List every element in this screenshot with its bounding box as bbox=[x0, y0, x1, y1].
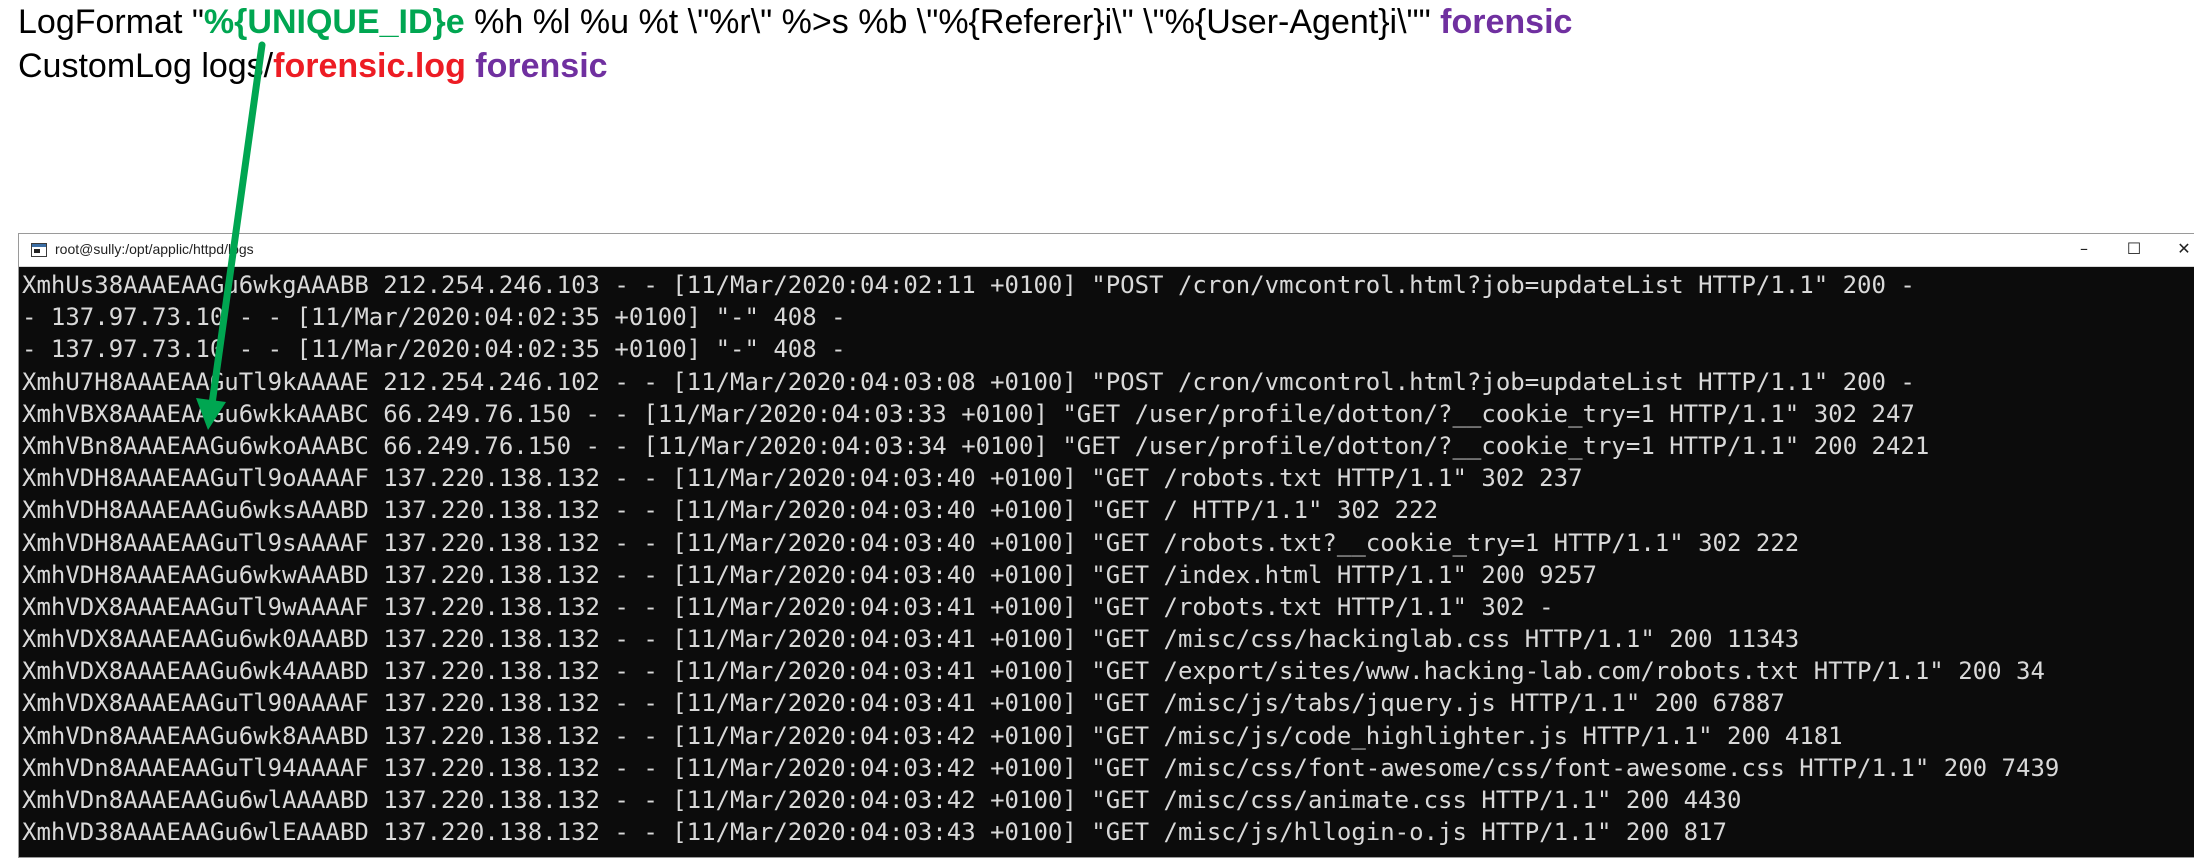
log-line: XmhVDX8AAAEAAGuTl90AAAAF 137.220.138.132… bbox=[22, 689, 1785, 718]
logformat-prefix: LogFormat " bbox=[18, 3, 204, 41]
log-line: XmhUs38AAAEAAGu6wkgAAABB 212.254.246.103… bbox=[22, 271, 1915, 299]
logformat-directive: LogFormat "%{UNIQUE_ID}e %h %l %u %t \"%… bbox=[18, 2, 1572, 42]
minimize-button[interactable]: – bbox=[2059, 234, 2109, 266]
log-line: XmhVDX8AAAEAAGu6wk0AAABD 137.220.138.132… bbox=[22, 625, 1800, 654]
close-button[interactable]: ✕ bbox=[2159, 234, 2194, 266]
customlog-spacer bbox=[466, 47, 475, 85]
customlog-directive: CustomLog logs/forensic.log forensic bbox=[18, 46, 608, 86]
log-line: XmhVDn8AAAEAAGu6wlAAAABD 137.220.138.132… bbox=[22, 786, 1742, 814]
terminal-app-icon[interactable] bbox=[31, 243, 47, 257]
maximize-button[interactable]: ☐ bbox=[2109, 234, 2159, 266]
log-line: XmhVDH8AAAEAAGu6wkwAAABD 137.220.138.132… bbox=[22, 560, 1597, 589]
log-line: XmhVDn8AAAEAAGuTl94AAAAF 137.220.138.132… bbox=[22, 753, 2060, 782]
log-line: XmhVDX8AAAEAAGu6wk4AAABD 137.220.138.132… bbox=[22, 657, 2045, 686]
log-line: XmhVD38AAAEAAGu6wlEAAABD 137.220.138.132… bbox=[22, 818, 1728, 847]
log-line: XmhVDH8AAAEAAGu6wksAAABD 137.220.138.132… bbox=[22, 496, 1439, 525]
log-line: - 137.97.73.10 - - [11/Mar/2020:04:02:35… bbox=[22, 303, 846, 332]
window-title: root@sully:/opt/applic/httpd/logs bbox=[55, 241, 254, 257]
terminal-window[interactable]: root@sully:/opt/applic/httpd/logs – ☐ ✕ … bbox=[18, 233, 2194, 858]
unique-id-token: %{UNIQUE_ID}e bbox=[203, 3, 465, 41]
console-output[interactable]: XmhUs38AAAEAAGu6wkgAAABB 212.254.246.103… bbox=[19, 267, 2194, 857]
customlog-prefix: CustomLog logs/ bbox=[18, 47, 274, 85]
log-line: XmhVBX8AAAEAAGu6wkkAAABC 66.249.76.150 -… bbox=[22, 399, 1915, 428]
log-line: XmhVDn8AAAEAAGu6wk8AAABD 137.220.138.132… bbox=[22, 721, 1843, 750]
logformat-rest: %h %l %u %t \"%r\" %>s %b \"%{Referer}i\… bbox=[464, 3, 1441, 41]
log-lines: XmhUs38AAAEAAGu6wkgAAABB 212.254.246.103… bbox=[22, 269, 2059, 848]
log-line: XmhVBn8AAAEAAGu6wkoAAABC 66.249.76.150 -… bbox=[22, 431, 1930, 460]
log-line: XmhVDX8AAAEAAGuTl9wAAAAF 137.220.138.132… bbox=[22, 592, 1554, 621]
log-line: XmhVDH8AAAEAAGuTl9oAAAAF 137.220.138.132… bbox=[22, 464, 1583, 493]
log-line: XmhVDH8AAAEAAGuTl9sAAAAF 137.220.138.132… bbox=[22, 528, 1800, 557]
logformat-nickname: forensic bbox=[1440, 3, 1573, 41]
log-line: - 137.97.73.10 - - [11/Mar/2020:04:02:35… bbox=[22, 335, 846, 364]
customlog-nickname: forensic bbox=[475, 47, 608, 85]
customlog-filename: forensic.log bbox=[273, 47, 466, 85]
title-bar[interactable]: root@sully:/opt/applic/httpd/logs – ☐ ✕ bbox=[19, 234, 2194, 267]
log-line: XmhU7H8AAAEAAGuTl9kAAAAE 212.254.246.102… bbox=[22, 367, 1915, 396]
